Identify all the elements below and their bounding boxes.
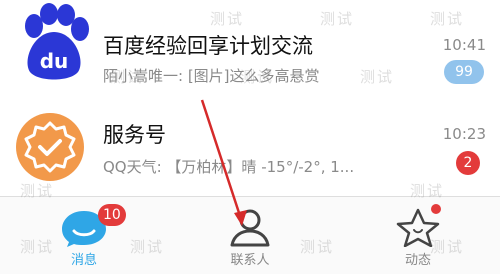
service-badge-icon bbox=[16, 113, 84, 181]
watermark-text: 测试 bbox=[430, 10, 465, 28]
avatar-text: du bbox=[40, 49, 69, 73]
watermark-text: 测试 bbox=[360, 68, 395, 86]
contacts-person-icon bbox=[230, 209, 270, 247]
conversation-time: 10:41 bbox=[442, 36, 486, 54]
watermark-text: 测试 bbox=[130, 238, 165, 256]
baidu-paw-icon: du bbox=[25, 3, 89, 80]
watermark-text: 测试 bbox=[410, 182, 445, 200]
conversation-title: 服务号 bbox=[103, 123, 166, 147]
tab-label: 联系人 bbox=[230, 253, 270, 268]
watermark-text: 测试 bbox=[430, 238, 465, 256]
avatar bbox=[14, 111, 86, 183]
watermark-text: 测试 bbox=[300, 238, 335, 256]
bottom-tab-bar: 10 消息 联系人 动态 bbox=[0, 196, 500, 274]
conversation-time: 10:23 bbox=[442, 125, 486, 143]
watermark-text: 测试 bbox=[20, 182, 55, 200]
unread-badge: 99 bbox=[444, 60, 484, 84]
conversation-list: du 百度经验回享计划交流 陌小嵩唯一: [图片]这么多高悬赏 10:41 99… bbox=[0, 0, 500, 196]
watermark-text: 测试 bbox=[320, 10, 355, 28]
conversation-row-baidu[interactable]: du 百度经验回享计划交流 陌小嵩唯一: [图片]这么多高悬赏 10:41 99 bbox=[0, 0, 500, 103]
tab-new-dot bbox=[431, 204, 441, 214]
conversation-preview: QQ天气: 【万柏林】晴 -15°/-2°, 1... bbox=[103, 158, 355, 176]
conversation-title: 百度经验回享计划交流 bbox=[103, 34, 313, 58]
tab-contacts[interactable]: 联系人 bbox=[190, 197, 310, 274]
watermark-text: 测试 bbox=[20, 238, 55, 256]
unread-badge: 2 bbox=[456, 151, 480, 175]
avatar: du bbox=[14, 2, 94, 82]
tab-unread-badge: 10 bbox=[98, 204, 126, 226]
watermark-text: 测试 bbox=[240, 68, 275, 86]
watermark-text: 测试 bbox=[210, 10, 245, 28]
watermark-text: 测试 bbox=[110, 68, 145, 86]
